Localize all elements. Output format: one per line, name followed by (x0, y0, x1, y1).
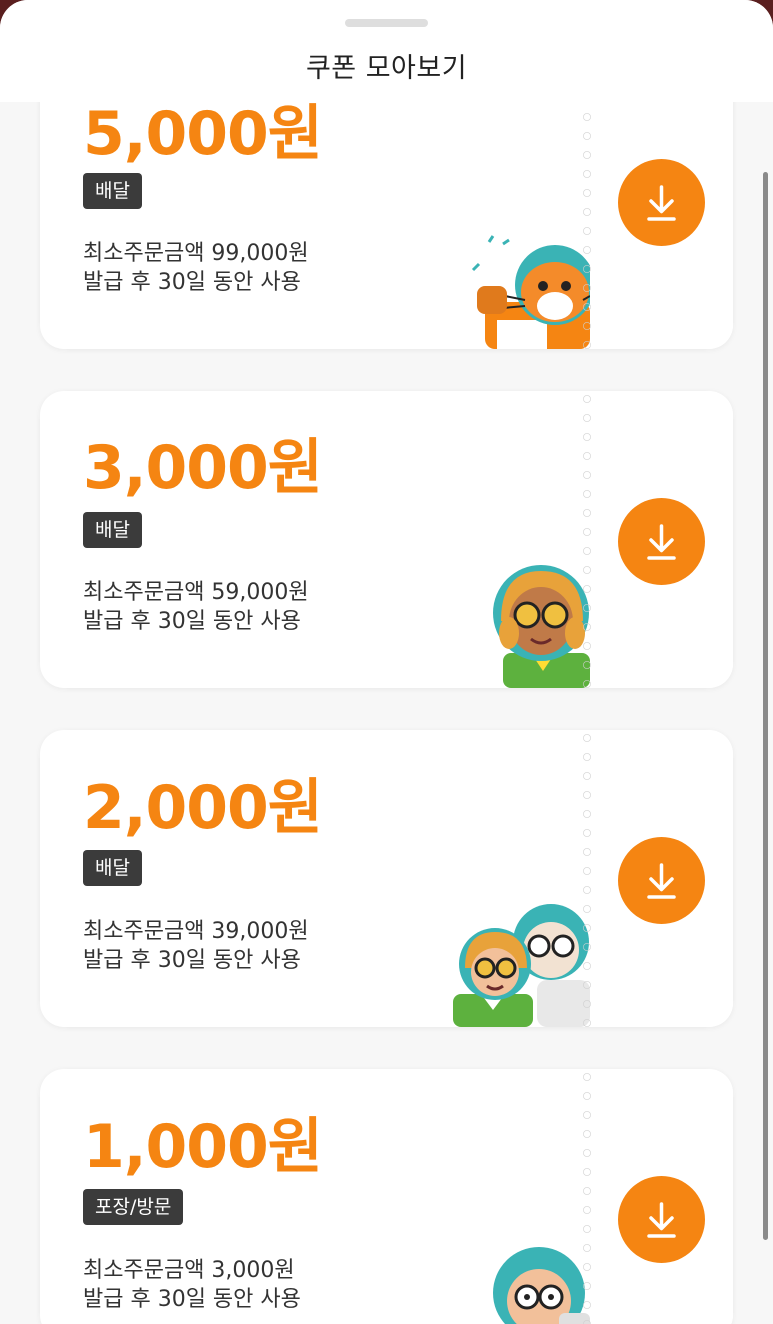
coupon-amount: 1,000원 (83, 1112, 323, 1182)
download-button[interactable] (618, 1176, 705, 1263)
coupon-amount: 5,000원 (83, 99, 323, 169)
sheet-header: 쿠폰 모아보기 (0, 0, 773, 102)
coupon-amount: 2,000원 (83, 773, 323, 843)
download-button[interactable] (618, 498, 705, 585)
scrollbar[interactable] (763, 172, 768, 1240)
coupon-validity: 발급 후 30일 동안 사용 (83, 270, 301, 295)
coupon-type-badge: 배달 (83, 850, 142, 886)
coupon-min-order: 최소주문금액 3,000원 (83, 1258, 295, 1283)
download-icon (647, 524, 676, 560)
coupon-min-order: 최소주문금액 99,000원 (83, 241, 309, 266)
coupon-min-order: 최소주문금액 39,000원 (83, 919, 309, 944)
coupon-validity: 발급 후 30일 동안 사용 (83, 948, 301, 973)
coupon-type-badge: 포장/방문 (83, 1189, 184, 1225)
download-button[interactable] (618, 837, 705, 924)
coupon-min-order: 최소주문금액 59,000원 (83, 580, 309, 605)
download-icon (647, 1202, 676, 1238)
coupon-type-badge: 배달 (83, 512, 142, 548)
girl-character-icon (493, 565, 590, 688)
coupon-amount: 3,000원 (83, 433, 323, 503)
perforation-line (583, 730, 591, 1027)
coupon-validity: 발급 후 30일 동안 사용 (83, 609, 301, 634)
coupon-bottom-sheet: 쿠폰 모아보기 5,000원 배달 최소주문금액 99,000원 발급 후 30… (0, 0, 773, 1324)
sheet-title: 쿠폰 모아보기 (305, 53, 468, 84)
grandpa-character-icon (493, 1247, 590, 1324)
download-button[interactable] (618, 159, 705, 246)
coupon-card: 2,000원 배달 최소주문금액 39,000원 발급 후 30일 동안 사용 (40, 730, 733, 1027)
coupon-card: 3,000원 배달 최소주문금액 59,000원 발급 후 30일 동안 사용 (40, 391, 733, 688)
coupon-type-badge: 배달 (83, 173, 142, 209)
download-icon (647, 185, 676, 221)
coupon-validity: 발급 후 30일 동안 사용 (83, 1287, 301, 1312)
coupon-card: 1,000원 포장/방문 최소주문금액 3,000원 발급 후 30일 동안 사… (40, 1069, 733, 1324)
two-characters-icon (453, 904, 590, 1027)
perforation-line (583, 1069, 591, 1324)
coupon-list[interactable]: 5,000원 배달 최소주문금액 99,000원 발급 후 30일 동안 사용 (0, 0, 773, 1324)
drag-handle[interactable] (345, 19, 428, 27)
perforation-line (583, 391, 591, 688)
cat-character-icon (471, 235, 590, 349)
download-icon (647, 863, 676, 899)
